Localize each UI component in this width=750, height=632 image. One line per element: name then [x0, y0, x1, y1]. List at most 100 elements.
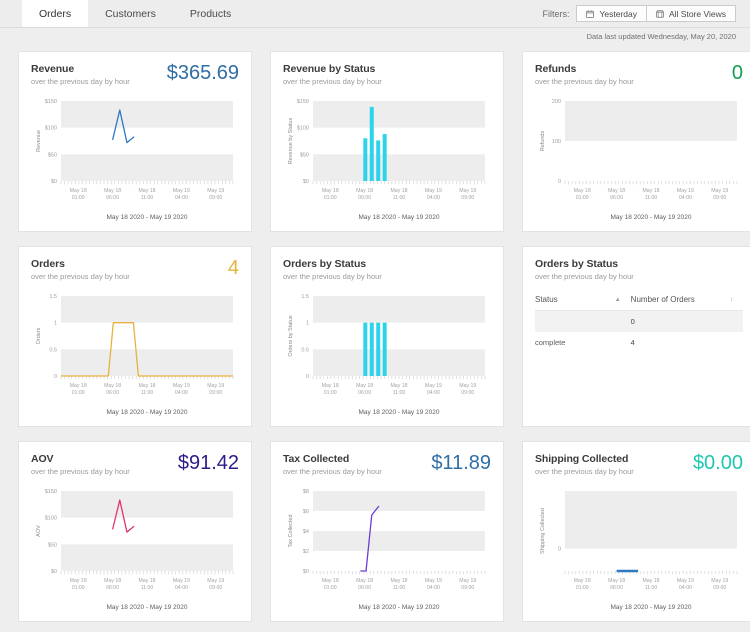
- column-header-number-of-orders[interactable]: Number of Orders ↕: [630, 295, 743, 311]
- x-tick-label: May 19: [425, 578, 442, 584]
- x-tick-label: 04:00: [427, 585, 440, 591]
- x-tick-label: 06:00: [106, 195, 119, 201]
- chart-container[interactable]: 0 Shipping Collected May 18 01:00 May 18 06:0…: [535, 485, 743, 613]
- card-title: Orders by Status: [535, 258, 619, 270]
- x-tick-label: May 18: [390, 188, 407, 194]
- x-tick-label: 06:00: [610, 195, 623, 201]
- column-header-status[interactable]: Status ▲: [535, 295, 631, 311]
- chart-revenue: $150$100$50$0RevenueMay 1801:00May 1806:…: [36, 99, 234, 221]
- x-tick-label: May 18: [390, 383, 407, 389]
- y-tick-label: $150: [297, 99, 309, 105]
- chart-caption: May 18 2020 - May 19 2020: [611, 604, 692, 611]
- y-tick-label: $150: [45, 99, 57, 105]
- sort-toggle-icon[interactable]: ↕: [730, 297, 733, 303]
- chart-grid-band: [313, 154, 485, 181]
- y-tick-label: 0: [54, 374, 57, 380]
- card-title: Orders by Status: [283, 258, 367, 270]
- x-tick-label: 04:00: [679, 195, 692, 201]
- x-tick-label: May 19: [173, 383, 190, 389]
- x-tick-label: 11:00: [141, 585, 154, 591]
- x-tick-label: 04:00: [175, 585, 188, 591]
- chart-grid-band: [61, 349, 233, 376]
- chart-grid-band: [313, 531, 485, 551]
- chart-grid-band: [313, 296, 485, 323]
- x-tick-label: 11:00: [645, 585, 658, 591]
- tab-products[interactable]: Products: [173, 0, 248, 27]
- card-title: Tax Collected: [283, 453, 350, 465]
- chart-caption: May 18 2020 - May 19 2020: [107, 214, 188, 221]
- x-tick-label: May 19: [425, 383, 442, 389]
- card-title-block: Shipping Collected over the previous day…: [535, 453, 634, 476]
- sort-ascending-icon[interactable]: ▲: [615, 297, 621, 303]
- x-tick-label: May 18: [70, 188, 87, 194]
- nav-tabs: Orders Customers Products: [22, 0, 248, 27]
- bar: [376, 140, 381, 181]
- orders-by-status-table: Status ▲ Number of Orders ↕ 0 complete 4: [535, 295, 743, 353]
- y-tick-label: $0: [51, 179, 57, 185]
- x-tick-label: May 18: [356, 383, 373, 389]
- y-tick-label: 1: [54, 321, 57, 327]
- x-tick-label: May 18: [608, 188, 625, 194]
- card-header: Revenue over the previous day by hour $3…: [31, 63, 239, 86]
- chart-container[interactable]: $150 $100 $50 $0 AOV May 18 01:00 May 18 06:00 Ma…: [31, 485, 239, 613]
- x-tick-label: May 19: [677, 188, 694, 194]
- y-axis-title: Tax Collected: [288, 514, 294, 547]
- chart-grid-band: [61, 296, 233, 323]
- tab-orders-label: Orders: [39, 7, 72, 20]
- card-title: Revenue: [31, 63, 75, 75]
- card-header: Orders by Status over the previous day b…: [283, 258, 491, 281]
- chart-container[interactable]: 1.5 1 0.5 0 Orders May 18 01:00 May 18 06:00 May …: [31, 290, 239, 418]
- card-kpi-value: 0: [731, 62, 743, 84]
- chart-container[interactable]: $8 $6 $4 $2 $0 Tax Collected May 18 01:00 May 18…: [283, 485, 491, 613]
- card-header: Orders over the previous day by hour 4: [31, 258, 239, 281]
- x-tick-label: 01:00: [576, 585, 589, 591]
- chart-grid-band: [565, 491, 737, 549]
- card-title-block: Orders by Status over the previous day b…: [535, 258, 634, 281]
- cell-number-of-orders: 4: [630, 338, 635, 347]
- x-tick-label: May 18: [390, 578, 407, 584]
- card-title: AOV: [31, 453, 54, 465]
- tab-orders[interactable]: Orders: [22, 0, 89, 27]
- chart-container[interactable]: 1.5 1 0.5 0 Orders by Status May 18 01:00 May 1…: [283, 290, 491, 418]
- card-header: Revenue by Status over the previous day …: [283, 63, 491, 86]
- card-kpi-value: 4: [227, 257, 239, 279]
- date-filter-label: Yesterday: [599, 8, 637, 19]
- chart-grid-band: [313, 491, 485, 511]
- x-tick-label: May 18: [574, 188, 591, 194]
- chart-container[interactable]: $150 $100 $50 $0 Revenue May 18 01:00 May 18 06:…: [31, 95, 239, 223]
- store-filter-label: All Store Views: [668, 8, 726, 19]
- x-tick-label: May 18: [574, 578, 591, 584]
- chart-caption: May 18 2020 - May 19 2020: [107, 409, 188, 416]
- y-tick-label: $0: [303, 569, 309, 575]
- chart-container[interactable]: $150 $100 $50 $0 Revenue by Status May 18 01:0…: [283, 95, 491, 223]
- x-tick-label: May 19: [459, 383, 476, 389]
- x-tick-label: 04:00: [427, 390, 440, 396]
- y-tick-label: $4: [303, 529, 309, 535]
- table-row[interactable]: 0: [535, 310, 743, 332]
- x-tick-label: 01:00: [324, 195, 337, 201]
- x-tick-label: 11:00: [141, 195, 154, 201]
- y-tick-label: 1: [306, 321, 309, 327]
- y-tick-label: 1.5: [301, 294, 309, 300]
- date-filter-button[interactable]: Yesterday: [576, 5, 647, 22]
- card-subtitle: over the previous day by hour: [535, 77, 634, 86]
- y-tick-label: $100: [45, 126, 57, 132]
- bar: [369, 106, 374, 181]
- x-tick-label: May 18: [322, 383, 339, 389]
- chart-aov: $150$100$50$0AOVMay 1801:00May 1806:00Ma…: [36, 489, 234, 611]
- x-tick-label: 04:00: [175, 390, 188, 396]
- x-tick-label: May 18: [70, 578, 87, 584]
- card-subtitle: over the previous day by hour: [535, 467, 634, 476]
- x-tick-label: May 19: [459, 188, 476, 194]
- chart-container[interactable]: 200 100 0 Refunds May 18 01:00 May 18 06:00 May …: [535, 95, 743, 223]
- filters-area: Filters: Yesterday All Store Views: [542, 0, 750, 27]
- x-tick-label: 11:00: [645, 195, 658, 201]
- column-header-status-label: Status: [535, 295, 558, 304]
- chart-grid-band: [61, 491, 233, 518]
- card-title-block: Revenue by Status over the previous day …: [283, 63, 382, 86]
- table-row[interactable]: complete 4: [535, 332, 743, 353]
- chart-caption: May 18 2020 - May 19 2020: [359, 214, 440, 221]
- tab-customers[interactable]: Customers: [88, 0, 173, 27]
- store-filter-button[interactable]: All Store Views: [646, 5, 736, 22]
- card-subtitle: over the previous day by hour: [535, 272, 634, 281]
